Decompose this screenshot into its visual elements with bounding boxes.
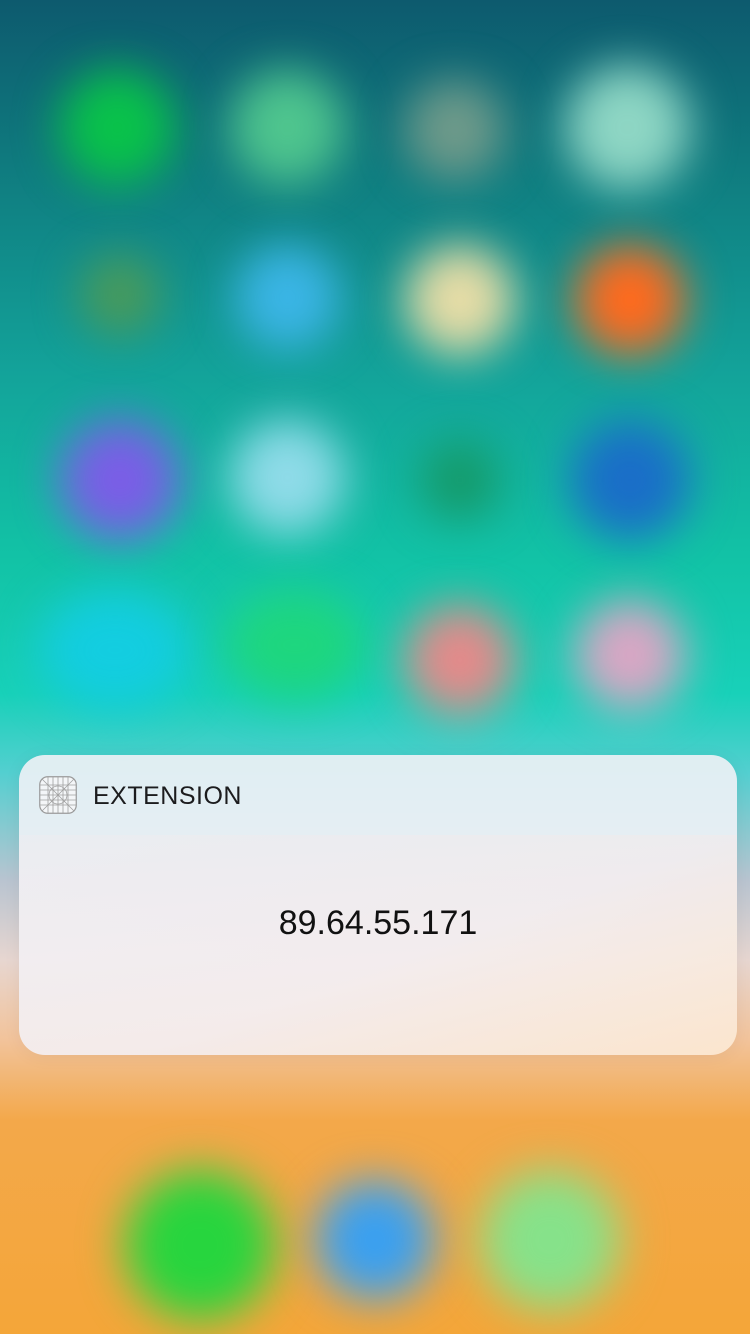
blurred-app-icon (230, 70, 345, 185)
blurred-app-icon (60, 70, 175, 185)
blurred-dock-icon (480, 1170, 620, 1310)
blurred-app-icon (420, 440, 500, 520)
blurred-app-icon (575, 245, 685, 355)
blurred-app-icon (570, 420, 690, 540)
blurred-app-icon (230, 420, 345, 535)
blurred-dock-icon (315, 1180, 435, 1300)
blurred-app-icon (40, 590, 190, 710)
blurred-app-icon (405, 605, 515, 715)
blurred-app-icon (225, 590, 365, 700)
ip-address-value: 89.64.55.171 (278, 904, 478, 942)
blurred-app-icon (235, 245, 340, 350)
blurred-app-icon (405, 245, 515, 355)
widget-header: EXTENSION (19, 755, 737, 835)
blurred-app-icon (60, 420, 180, 540)
blurred-dock-icon (125, 1170, 275, 1320)
blurred-app-icon (565, 65, 690, 190)
blurred-home-screen-background (0, 0, 750, 1334)
blurred-app-icon (80, 255, 160, 335)
blurred-app-icon (575, 600, 685, 710)
grid-box-icon (39, 776, 77, 814)
widget-app-name: EXTENSION (93, 782, 242, 810)
blurred-app-icon (405, 80, 505, 180)
widget-body: 89.64.55.171 (19, 835, 737, 1055)
today-widget[interactable]: EXTENSION 89.64.55.171 (19, 755, 737, 1055)
